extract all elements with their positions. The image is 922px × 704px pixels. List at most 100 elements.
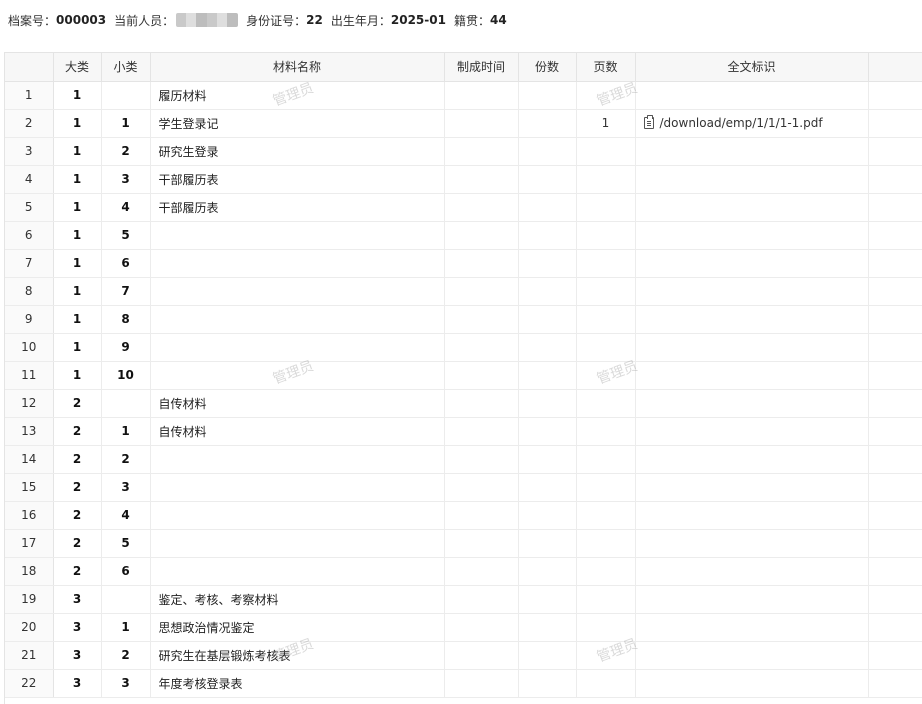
- cell-copies[interactable]: [518, 109, 577, 138]
- table-row[interactable]: 14 2 2: [5, 445, 922, 474]
- cell-created-time[interactable]: [444, 165, 519, 194]
- col-header-material-name[interactable]: 材料名称: [150, 53, 445, 82]
- cell-material-name[interactable]: [150, 249, 445, 278]
- cell-category[interactable]: 2: [53, 557, 102, 586]
- cell-copies[interactable]: [518, 557, 577, 586]
- cell-category[interactable]: 1: [53, 81, 102, 110]
- cell-fulltext-id[interactable]: [635, 501, 869, 530]
- table-row[interactable]: 16 2 4: [5, 501, 922, 530]
- cell-category[interactable]: 1: [53, 361, 102, 390]
- cell-created-time[interactable]: [444, 81, 519, 110]
- cell-pages[interactable]: [576, 137, 636, 166]
- cell-fulltext-id[interactable]: [635, 305, 869, 334]
- table-row[interactable]: 19 3 鉴定、考核、考察材料: [5, 585, 922, 614]
- cell-pages[interactable]: [576, 641, 636, 670]
- cell-created-time[interactable]: [444, 277, 519, 306]
- cell-pages[interactable]: [576, 501, 636, 530]
- table-row[interactable]: 22 3 3 年度考核登录表: [5, 669, 922, 698]
- cell-copies[interactable]: [518, 361, 577, 390]
- cell-subcategory[interactable]: 5: [101, 221, 151, 250]
- cell-copies[interactable]: [518, 81, 577, 110]
- cell-subcategory[interactable]: 1: [101, 109, 151, 138]
- cell-material-name[interactable]: 思想政治情况鉴定: [150, 613, 445, 642]
- cell-created-time[interactable]: [444, 333, 519, 362]
- cell-created-time[interactable]: [444, 501, 519, 530]
- cell-fulltext-id[interactable]: [635, 333, 869, 362]
- cell-material-name[interactable]: 研究生在基层锻炼考核表: [150, 641, 445, 670]
- cell-fulltext-id[interactable]: [635, 361, 869, 390]
- cell-fulltext-id[interactable]: [635, 277, 869, 306]
- cell-created-time[interactable]: [444, 529, 519, 558]
- cell-subcategory[interactable]: 2: [101, 641, 151, 670]
- cell-material-name[interactable]: 自传材料: [150, 389, 445, 418]
- table-row[interactable]: 3 1 2 研究生登录: [5, 137, 922, 166]
- cell-fulltext-id[interactable]: [635, 221, 869, 250]
- cell-category[interactable]: 1: [53, 221, 102, 250]
- cell-pages[interactable]: [576, 445, 636, 474]
- cell-category[interactable]: 1: [53, 305, 102, 334]
- cell-subcategory[interactable]: 4: [101, 193, 151, 222]
- cell-category[interactable]: 1: [53, 333, 102, 362]
- cell-subcategory[interactable]: 3: [101, 473, 151, 502]
- cell-subcategory[interactable]: [101, 81, 151, 110]
- table-row[interactable]: 11 1 10: [5, 361, 922, 390]
- cell-subcategory[interactable]: 6: [101, 249, 151, 278]
- table-row[interactable]: 20 3 1 思想政治情况鉴定: [5, 613, 922, 642]
- cell-copies[interactable]: [518, 221, 577, 250]
- cell-created-time[interactable]: [444, 445, 519, 474]
- table-row[interactable]: 817: [5, 277, 922, 306]
- cell-created-time[interactable]: [444, 417, 519, 446]
- cell-fulltext-id[interactable]: [635, 669, 869, 698]
- cell-pages[interactable]: [576, 193, 636, 222]
- cell-fulltext-id[interactable]: [635, 193, 869, 222]
- cell-created-time[interactable]: [444, 641, 519, 670]
- cell-material-name[interactable]: 自传材料: [150, 417, 445, 446]
- cell-fulltext-id[interactable]: [635, 445, 869, 474]
- cell-pages[interactable]: [576, 585, 636, 614]
- cell-pages[interactable]: [576, 389, 636, 418]
- cell-fulltext-id[interactable]: [635, 529, 869, 558]
- cell-material-name[interactable]: 学生登录记: [150, 109, 445, 138]
- cell-pages[interactable]: [576, 333, 636, 362]
- cell-pages[interactable]: [576, 417, 636, 446]
- cell-category[interactable]: 2: [53, 529, 102, 558]
- cell-created-time[interactable]: [444, 557, 519, 586]
- cell-pages[interactable]: [576, 529, 636, 558]
- cell-fulltext-id[interactable]: [635, 473, 869, 502]
- cell-copies[interactable]: [518, 501, 577, 530]
- cell-copies[interactable]: [518, 137, 577, 166]
- cell-category[interactable]: 1: [53, 165, 102, 194]
- cell-material-name[interactable]: 研究生登录: [150, 137, 445, 166]
- col-header-pages[interactable]: 页数: [576, 53, 636, 82]
- cell-created-time[interactable]: [444, 585, 519, 614]
- table-row[interactable]: 615: [5, 221, 922, 250]
- cell-material-name[interactable]: [150, 445, 445, 474]
- cell-subcategory[interactable]: 4: [101, 501, 151, 530]
- table-row[interactable]: 10 1 9: [5, 333, 922, 362]
- cell-material-name[interactable]: 履历材料: [150, 81, 445, 110]
- cell-pages[interactable]: [576, 249, 636, 278]
- cell-subcategory[interactable]: 2: [101, 445, 151, 474]
- cell-pages[interactable]: [576, 669, 636, 698]
- cell-category[interactable]: 1: [53, 193, 102, 222]
- cell-fulltext-id[interactable]: [635, 557, 869, 586]
- cell-category[interactable]: 2: [53, 473, 102, 502]
- table-row[interactable]: 2 1 1 学生登录记 1/download/emp/1/1/1-1.pdf: [5, 109, 922, 138]
- table-row[interactable]: 716: [5, 249, 922, 278]
- cell-pages[interactable]: [576, 277, 636, 306]
- cell-category[interactable]: 1: [53, 109, 102, 138]
- cell-material-name[interactable]: [150, 277, 445, 306]
- cell-pages[interactable]: 1: [576, 109, 636, 138]
- cell-material-name[interactable]: [150, 557, 445, 586]
- cell-copies[interactable]: [518, 333, 577, 362]
- cell-pages[interactable]: [576, 613, 636, 642]
- cell-subcategory[interactable]: [101, 585, 151, 614]
- cell-subcategory[interactable]: [101, 389, 151, 418]
- cell-material-name[interactable]: 鉴定、考核、考察材料: [150, 585, 445, 614]
- cell-material-name[interactable]: [150, 473, 445, 502]
- cell-category[interactable]: 2: [53, 389, 102, 418]
- cell-category[interactable]: 3: [53, 613, 102, 642]
- cell-copies[interactable]: [518, 529, 577, 558]
- cell-category[interactable]: 3: [53, 669, 102, 698]
- cell-subcategory[interactable]: 1: [101, 417, 151, 446]
